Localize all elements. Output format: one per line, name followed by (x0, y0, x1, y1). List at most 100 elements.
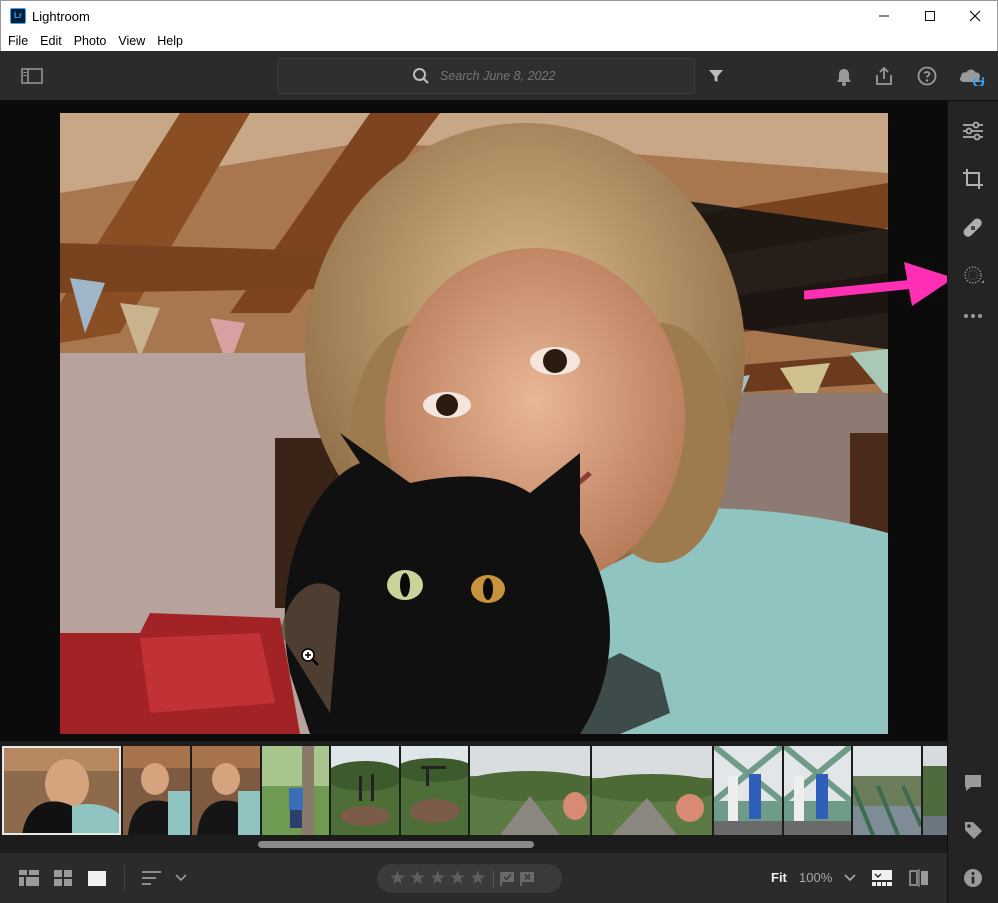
filmstrip-thumbnail[interactable] (923, 746, 947, 835)
filmstrip-thumbnail[interactable] (123, 746, 190, 835)
zoom-dropdown-button[interactable] (843, 872, 857, 884)
menu-file[interactable]: File (3, 34, 33, 48)
filmstrip-thumbnail[interactable] (592, 746, 712, 835)
more-icon (964, 314, 982, 318)
toolbar-divider (124, 865, 125, 891)
single-photo-icon (88, 870, 106, 886)
bell-icon (837, 69, 851, 86)
menu-view[interactable]: View (113, 34, 150, 48)
thumbnail-image (714, 746, 782, 835)
rating-bar: ★ ★ ★ ★ ★ (377, 864, 562, 893)
masking-icon (964, 266, 984, 284)
minimize-icon (879, 15, 889, 17)
window-title: Lightroom (32, 9, 90, 24)
sort-icon (142, 871, 161, 885)
chevron-down-icon (844, 874, 856, 882)
sort-button[interactable] (139, 869, 189, 887)
main-photo[interactable] (60, 113, 888, 734)
filmstrip-thumbnail[interactable] (192, 746, 260, 835)
info-button[interactable] (961, 867, 985, 889)
filmstrip-toggle-button[interactable] (870, 868, 894, 888)
chevron-down-icon (175, 874, 187, 882)
healing-button[interactable] (961, 216, 985, 240)
panel-toggle-button[interactable] (20, 65, 44, 87)
square-grid-view-button[interactable] (18, 869, 40, 887)
filter-icon (709, 70, 723, 82)
star-rating-5[interactable]: ★ (469, 869, 486, 888)
thumbnail-image (262, 746, 329, 835)
detail-view-button[interactable] (86, 869, 108, 887)
flag-reject-icon[interactable] (520, 871, 536, 887)
cloud-sync-button[interactable] (957, 65, 987, 87)
thumbnail-image (192, 746, 260, 835)
tag-icon (965, 822, 982, 839)
help-icon (917, 66, 937, 86)
comment-icon (965, 775, 981, 791)
help-button[interactable] (916, 65, 938, 87)
filmstrip-thumbnail[interactable] (470, 746, 590, 835)
masking-button[interactable] (961, 263, 985, 287)
close-icon (969, 10, 981, 22)
maximize-button[interactable] (907, 1, 953, 31)
lightroom-logo-icon: Lr (10, 8, 26, 24)
thumbnail-image (592, 746, 712, 835)
menu-edit[interactable]: Edit (35, 34, 67, 48)
callout-arrow (804, 262, 954, 306)
share-button[interactable] (873, 65, 895, 87)
filmstrip (0, 741, 947, 853)
rating-divider (493, 869, 495, 888)
zoom-level-button[interactable]: 100% (799, 870, 832, 885)
notifications-button[interactable] (834, 66, 854, 88)
info-icon (964, 869, 982, 887)
crop-button[interactable] (961, 167, 985, 191)
thumbnail-image (123, 746, 190, 835)
flag-pick-icon[interactable] (500, 871, 516, 887)
edit-button[interactable] (961, 120, 985, 142)
search-icon (413, 68, 429, 84)
bottom-toolbar: ★ ★ ★ ★ ★ Fit 100% (0, 853, 947, 903)
star-rating-4[interactable]: ★ (449, 869, 466, 888)
zoom-fit-button[interactable]: Fit (771, 870, 787, 885)
comments-button[interactable] (961, 772, 985, 794)
window-titlebar: Lr Lightroom (0, 0, 998, 30)
keywords-button[interactable] (961, 819, 985, 841)
thumbnail-image (923, 746, 947, 835)
menu-bar: File Edit Photo View Help (0, 30, 998, 51)
thumbnail-image (2, 746, 121, 835)
thumbnail-image (331, 746, 399, 835)
filmstrip-thumbnail[interactable] (331, 746, 399, 835)
thumbnail-image (853, 746, 921, 835)
star-rating-1[interactable]: ★ (389, 869, 406, 888)
filter-button[interactable] (706, 66, 726, 86)
photo-image (60, 113, 888, 734)
edit-panel-strip (947, 101, 998, 903)
close-button[interactable] (952, 1, 998, 31)
filmstrip-thumbnail[interactable] (2, 746, 121, 835)
more-button[interactable] (961, 308, 985, 324)
photo-view[interactable] (0, 101, 947, 741)
grid-icon (54, 870, 72, 886)
compare-view-button[interactable] (907, 868, 931, 888)
filmstrip-thumbnail[interactable] (853, 746, 921, 835)
menu-help[interactable]: Help (152, 34, 188, 48)
star-rating-3[interactable]: ★ (429, 869, 446, 888)
grid-view-button[interactable] (52, 869, 74, 887)
filmstrip-thumbnail[interactable] (784, 746, 851, 835)
panel-toggle-icon (21, 68, 43, 84)
star-rating-2[interactable]: ★ (409, 869, 426, 888)
filmstrip-icon (872, 870, 892, 886)
filmstrip-scroll-thumb[interactable] (258, 841, 534, 848)
crop-icon (963, 169, 983, 189)
filmstrip-thumbnail[interactable] (401, 746, 468, 835)
edit-sliders-icon (963, 121, 983, 141)
menu-photo[interactable]: Photo (69, 34, 112, 48)
thumbnail-image (470, 746, 590, 835)
maximize-icon (925, 11, 935, 21)
filmstrip-thumbnail[interactable] (262, 746, 329, 835)
search-input[interactable] (440, 69, 560, 83)
before-after-icon (909, 869, 928, 887)
filmstrip-thumbnail[interactable] (714, 746, 782, 835)
minimize-button[interactable] (861, 1, 907, 31)
search-box[interactable] (277, 58, 695, 94)
thumbnail-image (401, 746, 468, 835)
